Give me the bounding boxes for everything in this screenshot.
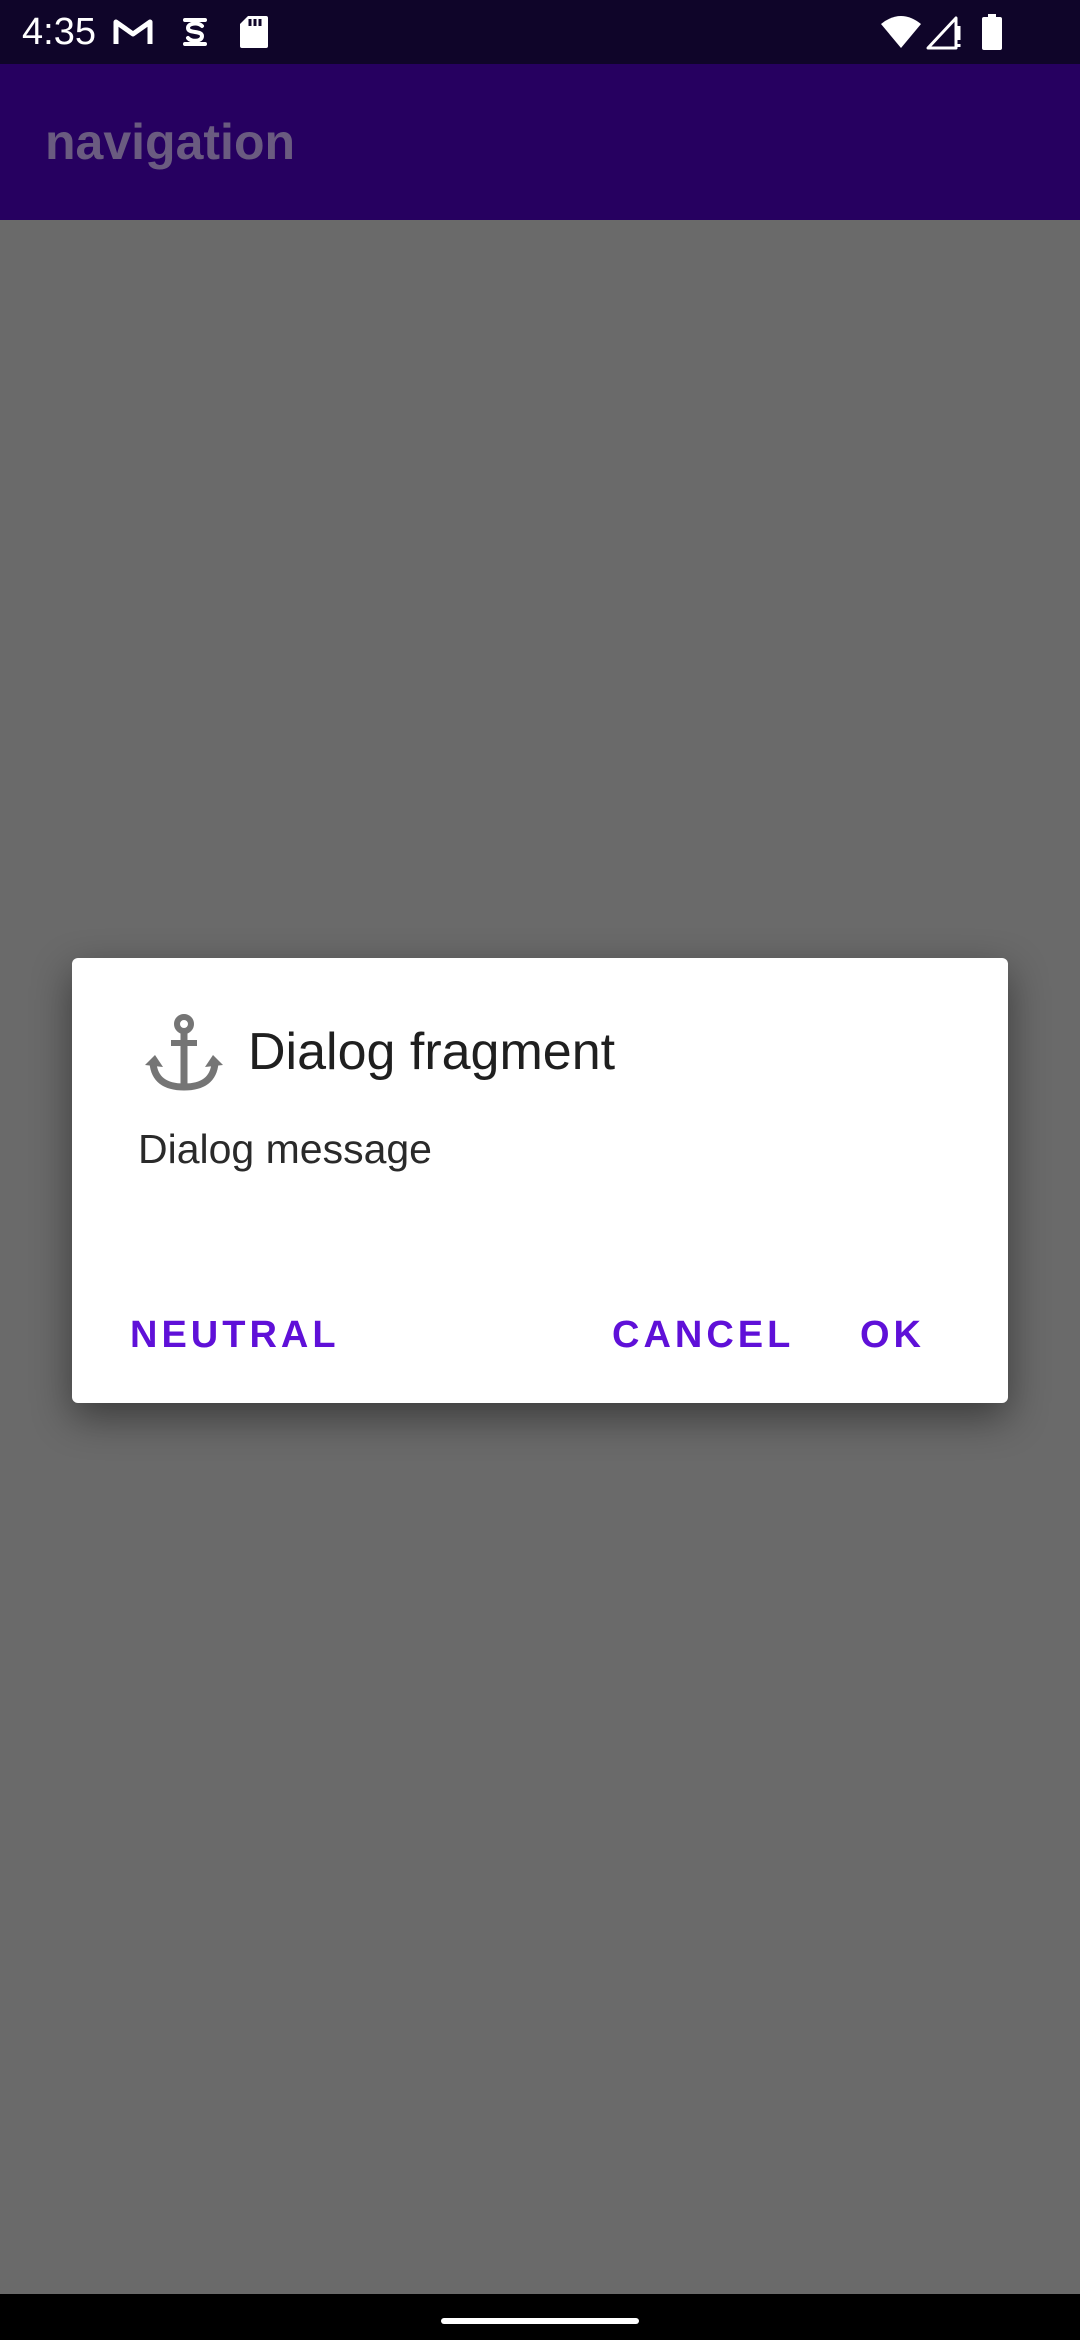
cancel-button[interactable]: CANCEL: [612, 1295, 794, 1375]
ok-button[interactable]: OK: [860, 1295, 925, 1375]
status-time: 4:35: [22, 11, 96, 53]
home-gesture-handle[interactable]: [441, 2318, 639, 2324]
gmail-icon: [113, 19, 153, 44]
sd-card-icon: [240, 16, 268, 48]
anchor-icon: [145, 1014, 223, 1091]
signal-icon: [926, 16, 961, 50]
navigation-bar: [0, 2294, 1080, 2340]
wifi-icon: [881, 16, 921, 48]
neutral-button[interactable]: NEUTRAL: [130, 1295, 340, 1375]
sim-icon: [183, 18, 207, 46]
app-bar: navigation: [0, 64, 1080, 220]
dialog-message: Dialog message: [138, 1126, 432, 1172]
dialog: Dialog fragment Dialog message NEUTRAL C…: [72, 958, 1008, 1403]
battery-icon: [982, 14, 1002, 50]
status-bar: 4:35: [0, 0, 1080, 64]
app-bar-title: navigation: [45, 114, 296, 170]
dialog-title: Dialog fragment: [248, 1023, 616, 1081]
